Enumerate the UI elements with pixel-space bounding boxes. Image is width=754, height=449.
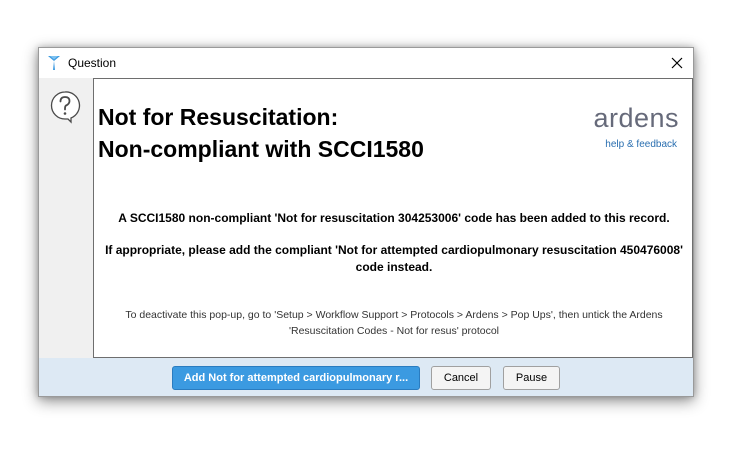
page-title: Not for Resuscitation: Non-compliant wit… bbox=[98, 101, 424, 165]
message-noncompliant: A SCCI1580 non-compliant 'Not for resusc… bbox=[118, 211, 670, 225]
button-bar: Add Not for attempted cardiopulmonary r.… bbox=[39, 358, 693, 396]
cancel-button[interactable]: Cancel bbox=[431, 366, 491, 390]
heading-line-1: Not for Resuscitation: bbox=[98, 104, 339, 130]
title-bar[interactable]: Question bbox=[39, 48, 693, 78]
icon-strip bbox=[39, 78, 93, 358]
question-mark-icon bbox=[50, 91, 81, 124]
close-button[interactable] bbox=[665, 51, 689, 75]
message-suggestion: If appropriate, please add the compliant… bbox=[105, 243, 683, 274]
pause-button[interactable]: Pause bbox=[503, 366, 560, 390]
window-title: Question bbox=[68, 56, 117, 70]
heading-line-2: Non-compliant with SCCI1580 bbox=[98, 136, 424, 162]
ardens-logo: ardens bbox=[593, 103, 679, 133]
add-compliant-code-button[interactable]: Add Not for attempted cardiopulmonary r.… bbox=[172, 366, 420, 390]
message-panel: Not for Resuscitation: Non-compliant wit… bbox=[93, 78, 693, 358]
deactivate-note: To deactivate this pop-up, go to 'Setup … bbox=[125, 309, 663, 337]
ardens-triangle-icon bbox=[48, 56, 60, 70]
question-dialog: Question Not for Resuscitation: Non-comp… bbox=[38, 47, 694, 397]
help-feedback-link[interactable]: help & feedback bbox=[605, 139, 677, 150]
close-icon[interactable] bbox=[671, 57, 683, 69]
